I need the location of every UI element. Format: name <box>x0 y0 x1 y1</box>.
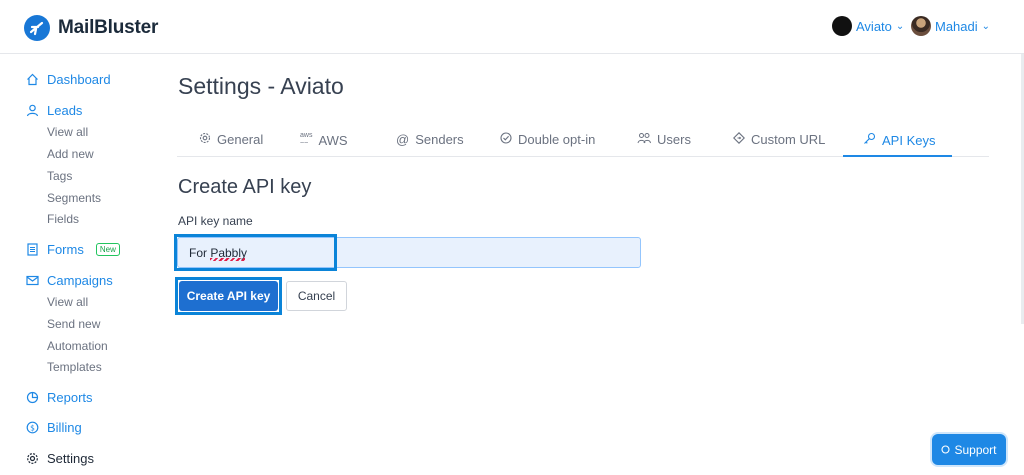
chevron-down-icon: ⌄ <box>895 20 905 32</box>
sidebar-item-label: Campaigns <box>47 273 113 288</box>
at-icon: @ <box>396 132 410 147</box>
tab-users[interactable]: Users <box>637 132 691 147</box>
create-api-key-button[interactable]: Create API key <box>179 281 278 311</box>
workspace-switcher[interactable]: Aviato ⌄ <box>832 16 904 36</box>
sidebar-item-label: Billing <box>47 420 82 435</box>
sidebar-item-label: Leads <box>47 103 83 118</box>
sidebar-subitem-templates[interactable]: Templates <box>47 360 102 374</box>
gear-icon <box>26 452 39 465</box>
api-key-name-field-wrapper <box>177 237 641 268</box>
tab-label: AWS <box>318 132 348 148</box>
sidebar-item-label: Forms <box>47 242 84 257</box>
chevron-down-icon: ⌄ <box>981 20 991 32</box>
workspace-name: Aviato <box>856 18 892 34</box>
sidebar-subitem-segments[interactable]: Segments <box>47 191 101 205</box>
app-logo[interactable]: MailBluster <box>24 15 158 41</box>
check-circle-icon <box>500 132 512 147</box>
user-name: Mahadi <box>935 18 978 34</box>
new-badge: New <box>95 243 120 256</box>
sidebar-item-label: Reports <box>47 390 93 405</box>
sidebar-item-label: Dashboard <box>47 72 111 87</box>
support-icon <box>941 443 951 457</box>
workspace-avatar <box>832 16 852 36</box>
tab-general[interactable]: General <box>199 132 263 147</box>
sidebar-item-reports[interactable]: Reports <box>26 390 93 405</box>
tab-label: Senders <box>415 132 464 147</box>
top-header: MailBluster Aviato ⌄ Mahadi ⌄ <box>0 0 1024 54</box>
user-avatar <box>911 16 931 36</box>
dollar-circle-icon: $ <box>26 421 39 434</box>
api-key-name-input[interactable] <box>178 238 640 267</box>
users-icon <box>637 132 651 147</box>
form-icon <box>26 243 39 256</box>
gear-icon <box>199 132 211 147</box>
sidebar-subitem-automation[interactable]: Automation <box>47 339 108 353</box>
sidebar-subitem-campaigns-view-all[interactable]: View all <box>47 295 88 309</box>
home-icon <box>26 73 39 86</box>
logo-text: MailBluster <box>58 17 159 38</box>
sidebar-subitem-tags[interactable]: Tags <box>47 169 72 183</box>
user-menu[interactable]: Mahadi ⌄ <box>911 16 990 36</box>
sidebar-item-forms[interactable]: Forms New <box>26 242 120 257</box>
diamond-link-icon <box>733 132 745 147</box>
tab-label: General <box>217 132 264 147</box>
tab-label: Double opt-in <box>518 132 596 147</box>
sidebar-item-label: Settings <box>47 451 94 466</box>
page-title: Settings - Aviato <box>178 73 344 99</box>
tab-label: Users <box>657 132 691 147</box>
pie-chart-icon <box>26 391 39 404</box>
sidebar-item-dashboard[interactable]: Dashboard <box>26 72 111 87</box>
key-icon <box>863 132 876 148</box>
api-key-name-label: API key name <box>178 214 253 228</box>
sidebar-item-billing[interactable]: $ Billing <box>26 420 82 435</box>
sidebar-item-settings[interactable]: Settings <box>26 451 94 466</box>
logo-icon <box>24 15 50 41</box>
active-tab-indicator <box>843 155 952 157</box>
sidebar-subitem-leads-view-all[interactable]: View all <box>47 125 88 139</box>
tab-custom-url[interactable]: Custom URL <box>733 132 825 147</box>
mail-icon <box>26 274 39 287</box>
support-button[interactable]: Support <box>932 434 1006 465</box>
sidebar: Dashboard Leads View all Add new Tags Se… <box>0 54 150 475</box>
support-label: Support <box>954 442 997 457</box>
sidebar-item-leads[interactable]: Leads <box>26 103 82 118</box>
sidebar-subitem-leads-add-new[interactable]: Add new <box>47 147 94 161</box>
user-icon <box>26 104 39 117</box>
sidebar-subitem-send-new[interactable]: Send new <box>47 317 100 331</box>
cancel-button[interactable]: Cancel <box>286 281 347 311</box>
sidebar-subitem-fields[interactable]: Fields <box>47 212 79 226</box>
tab-senders[interactable]: @ Senders <box>396 132 464 147</box>
section-title: Create API key <box>178 176 312 198</box>
aws-icon: aws ~~ <box>300 132 313 147</box>
settings-tabs: General aws ~~ AWS @ Senders Double opt-i… <box>177 123 989 157</box>
svg-text:$: $ <box>30 423 35 432</box>
tab-api-keys[interactable]: API Keys <box>863 132 935 148</box>
tab-aws[interactable]: aws ~~ AWS <box>300 132 348 148</box>
tab-double-opt-in[interactable]: Double opt-in <box>500 132 595 147</box>
tab-label: API Keys <box>882 132 936 148</box>
sidebar-item-campaigns[interactable]: Campaigns <box>26 273 113 288</box>
tab-label: Custom URL <box>751 132 826 147</box>
